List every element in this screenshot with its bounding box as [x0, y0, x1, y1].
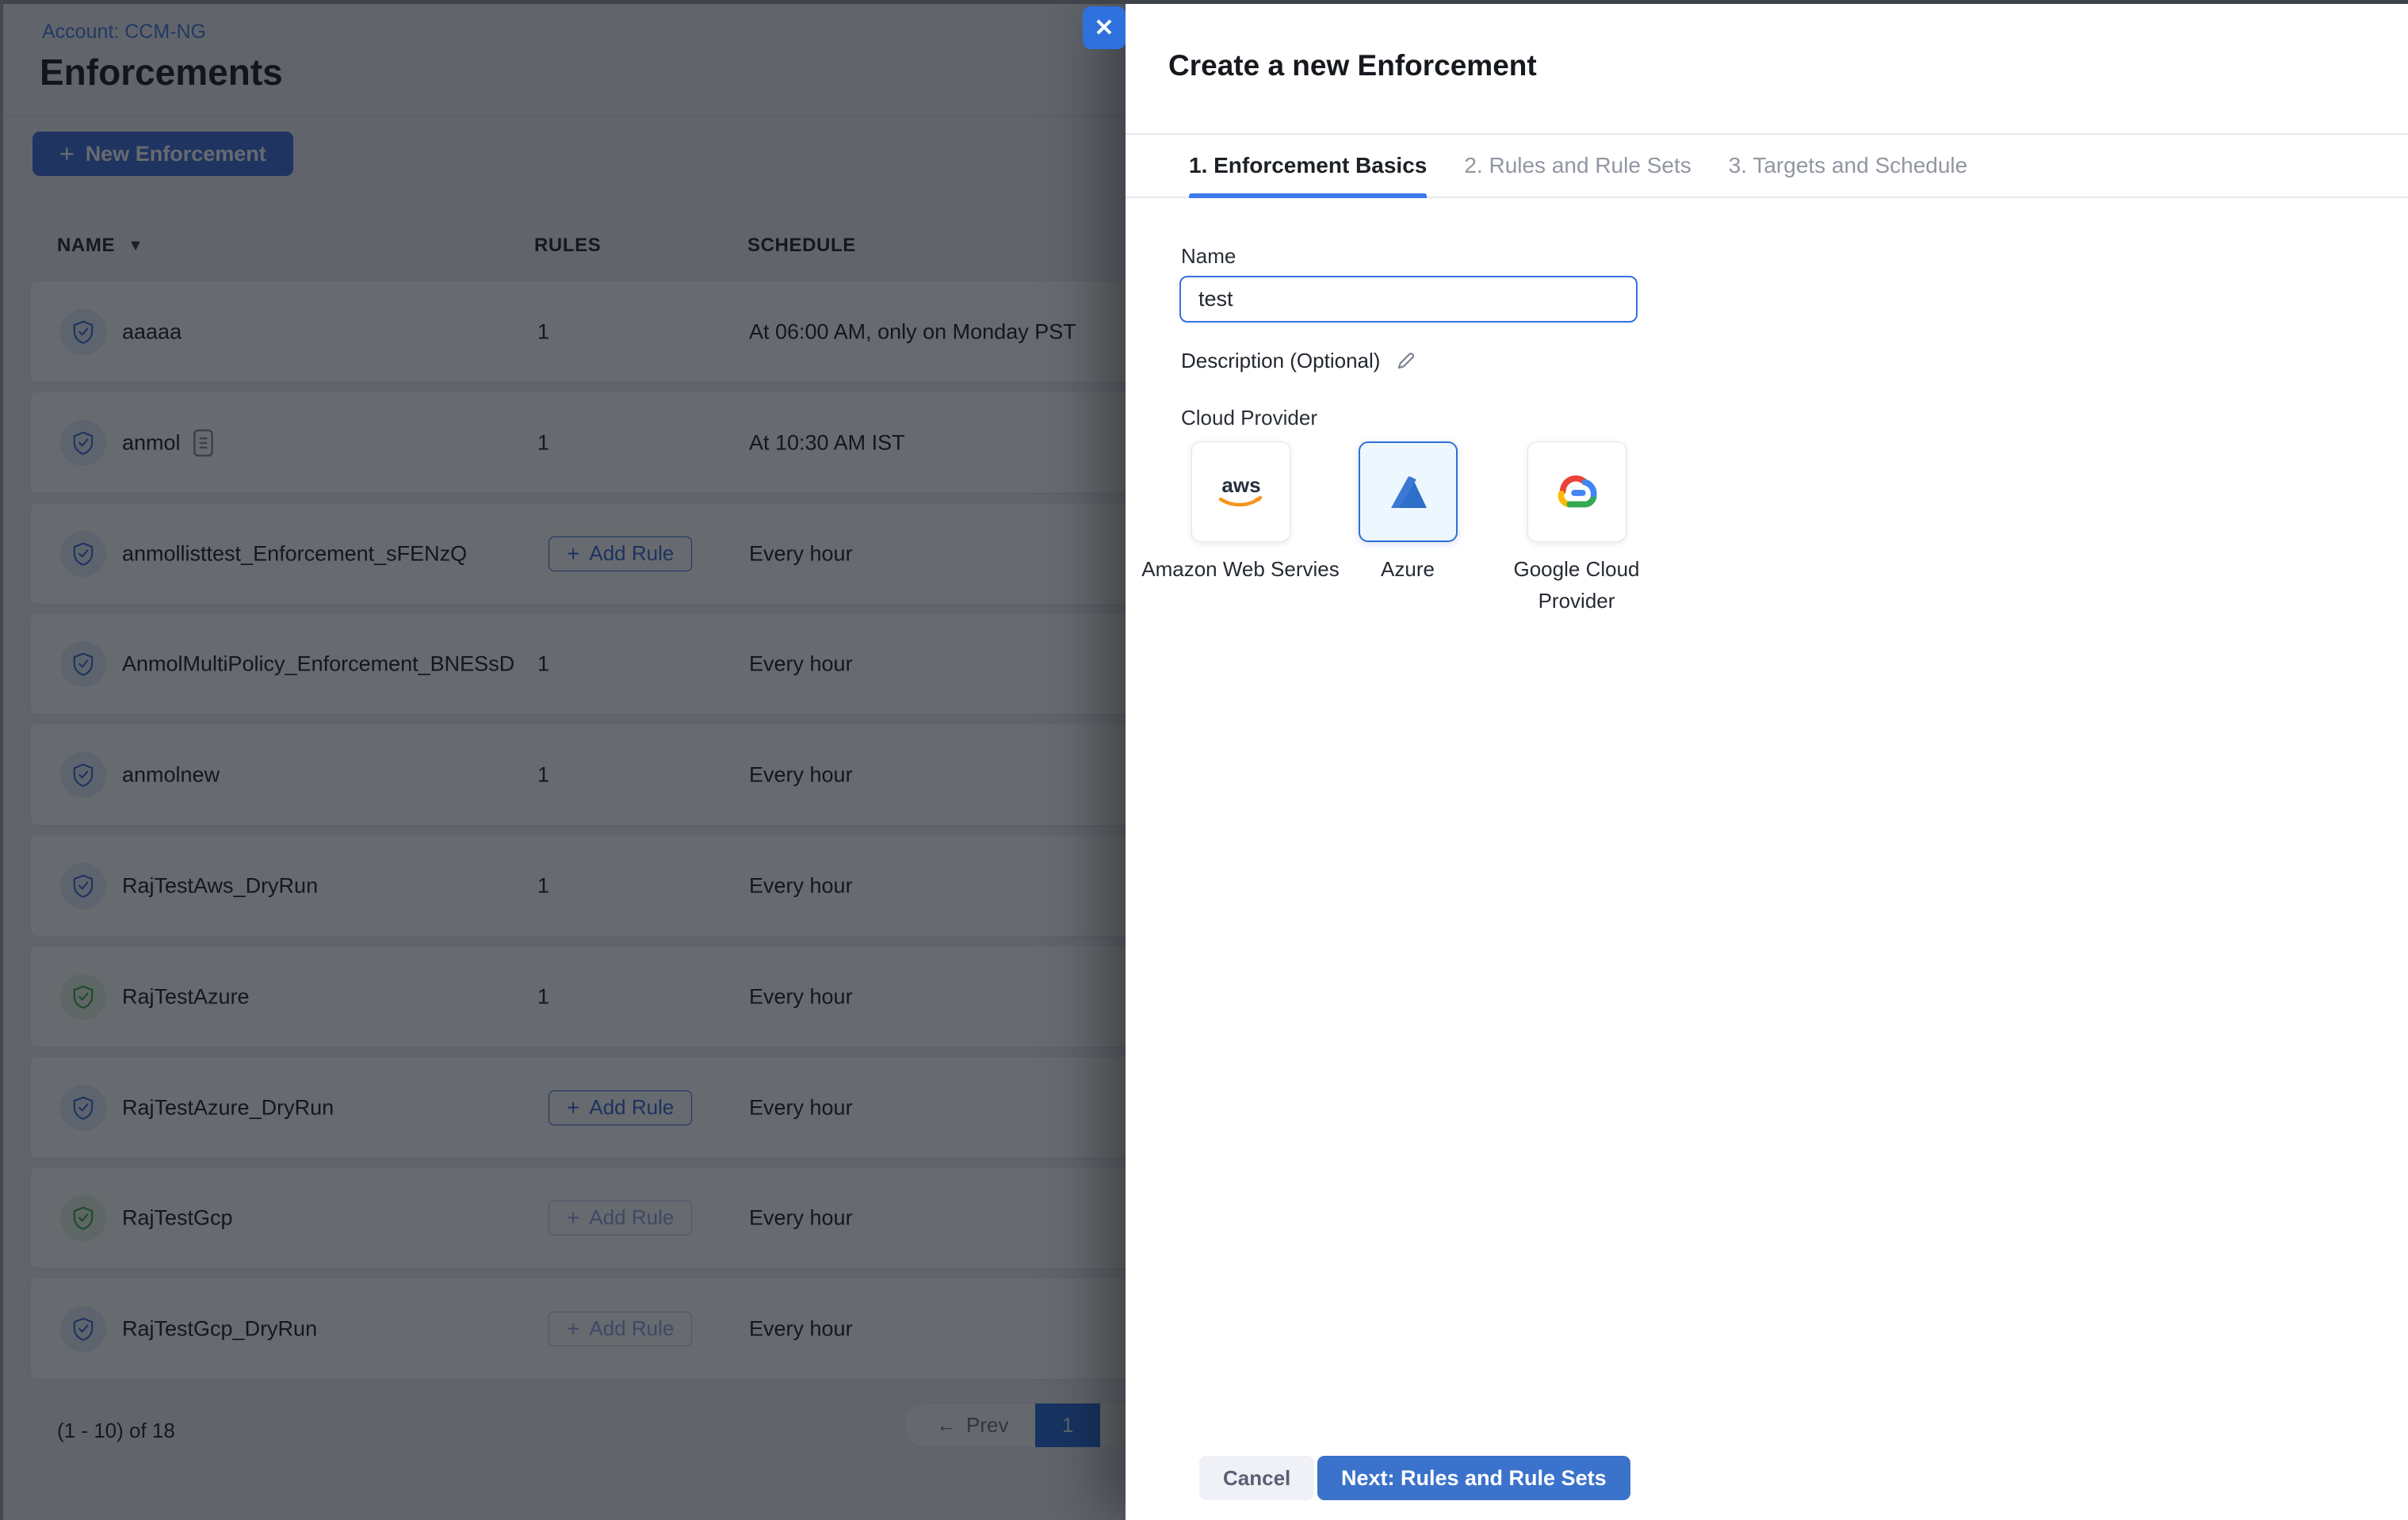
azure-logo-icon [1390, 475, 1427, 508]
create-enforcement-drawer: Create a new Enforcement 1. Enforcement … [1126, 0, 2408, 1520]
wizard-tabs: 1. Enforcement Basics 2. Rules and Rule … [1126, 133, 2408, 198]
modal-overlay[interactable] [0, 0, 1126, 1520]
pencil-icon [1398, 353, 1415, 369]
provider-card-gcp[interactable] [1527, 441, 1626, 542]
name-input[interactable] [1179, 276, 1638, 323]
provider-card-azure[interactable] [1359, 441, 1458, 542]
screen: Account: CCM-NG Enforcements + New Enfor… [0, 0, 2408, 1520]
provider-label-gcp: Google Cloud Provider [1513, 557, 1640, 613]
name-label: Name [1181, 244, 1236, 268]
window-top-edge [0, 0, 2408, 4]
provider-card-aws[interactable]: aws [1191, 441, 1290, 542]
window-left-edge [0, 0, 3, 1520]
drawer-title: Create a new Enforcement [1168, 49, 1537, 82]
tab-enforcement-basics[interactable]: 1. Enforcement Basics [1189, 135, 1428, 198]
edit-description-button[interactable] [1393, 347, 1420, 374]
aws-logo-icon: aws [1218, 473, 1262, 506]
cancel-button[interactable]: Cancel [1199, 1456, 1315, 1500]
close-icon[interactable]: ✕ [1083, 6, 1126, 49]
svg-text:aws: aws [1221, 473, 1260, 497]
next-button[interactable]: Next: Rules and Rule Sets [1317, 1456, 1630, 1500]
tab-rules-and-rule-sets[interactable]: 2. Rules and Rule Sets [1464, 135, 1691, 197]
tab-targets-and-schedule[interactable]: 3. Targets and Schedule [1729, 135, 1967, 197]
description-label: Description (Optional) [1181, 348, 1381, 372]
cloud-provider-label: Cloud Provider [1181, 406, 1317, 430]
gcp-logo-icon [1558, 475, 1597, 507]
